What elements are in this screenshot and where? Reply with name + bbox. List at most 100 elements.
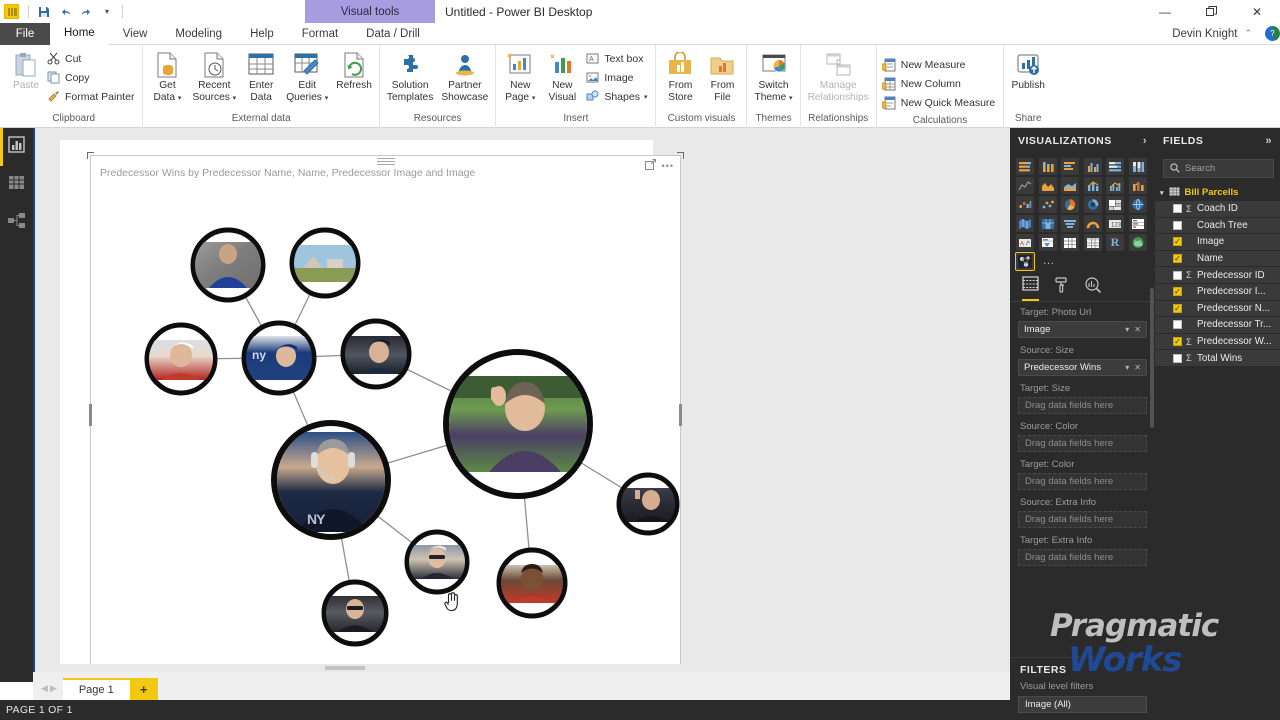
field-row-name[interactable]: Σ Name xyxy=(1155,250,1280,268)
100-stacked-bar-icon[interactable] xyxy=(1106,158,1124,175)
kpi-icon[interactable]: A xyxy=(1016,234,1034,251)
avatar[interactable]: ? xyxy=(1265,26,1280,41)
new-quick-measure-button[interactable]: New Quick Measure xyxy=(880,93,1001,112)
next-page-icon[interactable]: ▶ xyxy=(50,683,57,694)
save-icon[interactable] xyxy=(34,1,54,22)
chevron-down-icon[interactable]: ▾ xyxy=(644,93,648,101)
shape-map-icon[interactable] xyxy=(1038,215,1057,232)
table-icon[interactable] xyxy=(1061,234,1079,251)
fields-search-box[interactable] xyxy=(1163,159,1274,178)
report-page[interactable]: ••• Predecessor Wins by Predecessor Name… xyxy=(60,140,684,682)
filter-chip-image[interactable]: Image (All) xyxy=(1018,696,1147,713)
well-drop-source-extra-info[interactable]: Drag data fields here xyxy=(1018,511,1147,528)
prev-page-icon[interactable]: ◀ xyxy=(41,683,48,694)
donut-chart-icon[interactable] xyxy=(1083,196,1102,213)
well-chip-predecessor-wins[interactable]: Predecessor Wins ▾ ✕ xyxy=(1018,359,1147,376)
page-tab-page-1[interactable]: Page 1 xyxy=(62,678,130,700)
close-icon[interactable]: ✕ xyxy=(1134,325,1141,334)
clustered-column-chart-icon[interactable] xyxy=(1083,158,1102,175)
recent-sources-button[interactable]: Recent Sources ▾ xyxy=(188,47,240,104)
new-visual-button[interactable]: New Visual xyxy=(541,47,583,103)
field-wells-scrollbar[interactable] xyxy=(1150,288,1154,428)
fields-table-bill-parcells[interactable]: ▾ Bill Parcells xyxy=(1155,184,1280,201)
100-stacked-column-icon[interactable] xyxy=(1128,158,1147,175)
report-canvas-area[interactable]: ••• Predecessor Wins by Predecessor Name… xyxy=(33,128,1012,682)
field-row-predecessor-id[interactable]: Σ Predecessor ID xyxy=(1155,267,1280,284)
field-row-coach-id[interactable]: Σ Coach ID xyxy=(1155,201,1280,218)
tab-format[interactable]: Format xyxy=(288,23,352,45)
field-row-predecessor-image[interactable]: Σ Predecessor I... xyxy=(1155,283,1280,301)
chevron-down-icon[interactable]: ▾ xyxy=(1125,325,1129,334)
slicer-icon[interactable] xyxy=(1038,234,1057,251)
field-row-predecessor-tree[interactable]: Σ Predecessor Tr... xyxy=(1155,317,1280,334)
new-column-button[interactable]: New Column xyxy=(880,74,1001,93)
collapse-fields-icon[interactable]: » xyxy=(1265,135,1272,147)
tab-modeling[interactable]: Modeling xyxy=(161,23,236,45)
checkbox[interactable] xyxy=(1173,353,1182,363)
field-row-predecessor-name[interactable]: Σ Predecessor N... xyxy=(1155,300,1280,318)
tab-file[interactable]: File xyxy=(0,23,50,45)
area-chart-icon[interactable] xyxy=(1038,177,1057,194)
well-drop-target-color[interactable]: Drag data fields here xyxy=(1018,473,1147,490)
close-icon[interactable]: ✕ xyxy=(1134,363,1141,372)
solution-templates-button[interactable]: Solution Templates xyxy=(383,47,437,103)
treemap-icon[interactable] xyxy=(1106,196,1124,213)
funnel-icon[interactable] xyxy=(1061,215,1079,232)
tab-view[interactable]: View xyxy=(109,23,162,45)
manage-relationships-button[interactable]: Manage Relationships xyxy=(804,47,873,103)
well-drop-source-color[interactable]: Drag data fields here xyxy=(1018,435,1147,452)
arcgis-map-icon[interactable] xyxy=(1128,234,1147,251)
scatter-chart-icon[interactable] xyxy=(1038,196,1057,213)
minimize-button[interactable]: — xyxy=(1142,0,1188,23)
undo-icon[interactable] xyxy=(55,1,75,22)
edit-queries-button[interactable]: Edit Queries ▾ xyxy=(282,47,332,104)
analytics-tab[interactable] xyxy=(1084,277,1102,301)
well-chip-image[interactable]: Image ▾ ✕ xyxy=(1018,321,1147,338)
checkbox[interactable] xyxy=(1173,303,1182,313)
close-button[interactable]: ✕ xyxy=(1234,0,1280,23)
customize-qat-icon[interactable]: ▾ xyxy=(97,1,117,22)
checkbox[interactable] xyxy=(1173,204,1182,214)
collapse-ribbon-icon[interactable]: ⌃ xyxy=(1244,28,1252,39)
copy-button[interactable]: Copy xyxy=(44,68,139,87)
line-chart-icon[interactable] xyxy=(1016,177,1034,194)
field-row-total-wins[interactable]: Σ Total Wins xyxy=(1155,350,1280,367)
checkbox[interactable] xyxy=(1173,287,1182,297)
get-data-button[interactable]: Get Data ▾ xyxy=(146,47,188,104)
format-painter-button[interactable]: Format Painter xyxy=(44,87,139,106)
new-measure-button[interactable]: New Measure xyxy=(880,55,1001,74)
enter-data-button[interactable]: Enter Data xyxy=(240,47,282,103)
checkbox[interactable] xyxy=(1173,254,1182,264)
sidebar-item-model-view[interactable] xyxy=(0,204,33,242)
network-graph-visual[interactable]: ••• Predecessor Wins by Predecessor Name… xyxy=(87,152,684,682)
selection-handle-tl[interactable] xyxy=(87,152,94,159)
stacked-area-chart-icon[interactable] xyxy=(1061,177,1079,194)
tab-home[interactable]: Home xyxy=(50,23,109,45)
field-row-coach-tree[interactable]: Σ Coach Tree xyxy=(1155,217,1280,235)
from-store-button[interactable]: From Store xyxy=(659,47,701,103)
stacked-column-chart-icon[interactable] xyxy=(1038,158,1057,175)
r-script-visual-icon[interactable]: R xyxy=(1106,234,1124,251)
text-box-button[interactable]: A Text box xyxy=(583,49,652,68)
fields-well-tab[interactable] xyxy=(1022,276,1039,301)
chevron-down-icon[interactable]: ▾ xyxy=(789,95,793,102)
pie-chart-icon[interactable] xyxy=(1061,196,1079,213)
field-row-predecessor-wins[interactable]: Σ Predecessor W... xyxy=(1155,333,1280,351)
network-graph-plot[interactable]: ny NY xyxy=(91,156,682,680)
gauge-icon[interactable] xyxy=(1083,215,1102,232)
partner-showcase-button[interactable]: Partner Showcase xyxy=(437,47,492,103)
chevron-down-icon[interactable]: ▾ xyxy=(532,95,536,102)
publish-button[interactable]: Publish xyxy=(1007,47,1049,92)
search-input[interactable] xyxy=(1185,163,1267,174)
tab-help[interactable]: Help xyxy=(236,23,288,45)
multi-row-card-icon[interactable] xyxy=(1128,215,1147,232)
from-file-button[interactable]: From File xyxy=(701,47,743,103)
refresh-button[interactable]: Refresh xyxy=(332,47,376,92)
field-row-image[interactable]: Σ Image xyxy=(1155,234,1280,251)
stacked-bar-chart-icon[interactable] xyxy=(1016,158,1034,175)
selection-handle-right[interactable] xyxy=(679,404,682,426)
chevron-down-icon[interactable]: ▾ xyxy=(1160,189,1164,197)
map-icon[interactable] xyxy=(1128,196,1147,213)
waterfall-chart-icon[interactable] xyxy=(1016,196,1034,213)
clustered-bar-chart-icon[interactable] xyxy=(1061,158,1079,175)
